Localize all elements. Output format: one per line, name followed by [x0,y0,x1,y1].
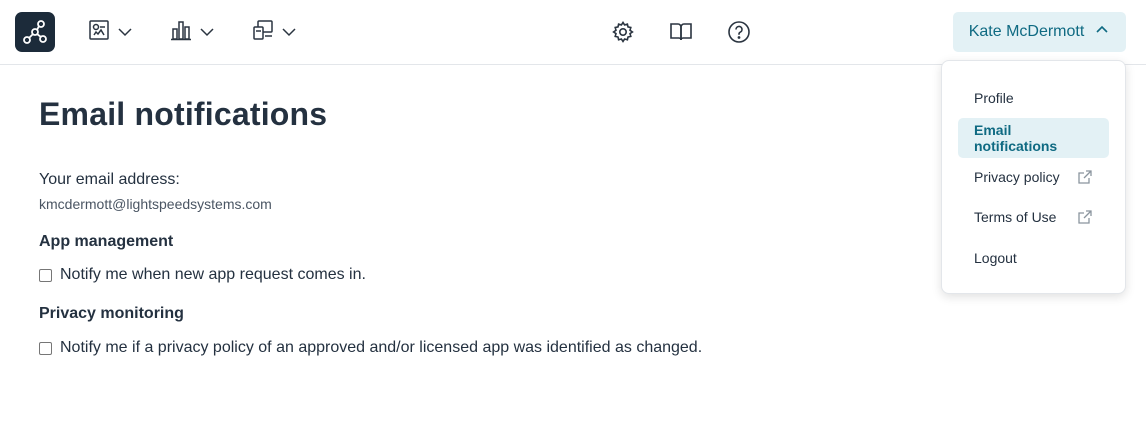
menu-item-label: Logout [974,250,1017,266]
menu-item-privacy-policy[interactable]: Privacy policy [958,157,1109,197]
menu-item-logout[interactable]: Logout [958,238,1109,278]
chevron-up-icon [1094,22,1110,43]
devices-icon [252,19,274,46]
page-title: Email notifications [39,96,328,132]
user-menu-button[interactable]: Kate McDermott [953,12,1126,52]
chevron-down-icon [198,23,216,41]
menu-item-label: Email notifications [974,122,1058,154]
menu-item-email-notifications[interactable]: Email notifications [958,118,1109,158]
gear-icon[interactable] [609,18,637,46]
app-catalog-icon [88,19,110,46]
app-request-notification-option[interactable]: Notify me when new app request comes in. [39,266,366,284]
network-graph-icon[interactable] [15,12,55,52]
chevron-down-icon [116,23,134,41]
app-request-checkbox-label: Notify me when new app request comes in. [60,266,366,283]
user-dropdown-menu: Profile Email notifications Privacy poli… [941,60,1126,294]
menu-item-label: Profile [974,90,1014,106]
email-label: Your email address: [39,171,180,188]
devices-menu[interactable] [252,18,298,46]
chevron-down-icon [280,23,298,41]
main-content: Email notifications Your email address: … [39,96,702,356]
privacy-policy-notification-option[interactable]: Notify me if a privacy policy of an appr… [39,339,702,357]
top-navigation-bar: Kate McDermott [0,0,1146,65]
question-icon[interactable] [725,18,753,46]
external-link-icon [1077,209,1093,225]
book-icon[interactable] [667,18,695,46]
menu-item-label: Terms of Use [974,209,1057,225]
bar-chart-icon [170,19,192,46]
app-catalog-menu[interactable] [88,18,134,46]
privacy-policy-checkbox[interactable] [39,341,52,355]
reports-menu[interactable] [170,18,216,46]
app-request-checkbox[interactable] [39,268,52,282]
email-value: kmcdermott@lightspeedsystems.com [39,196,272,212]
app-management-heading: App management [39,233,174,250]
privacy-policy-checkbox-label: Notify me if a privacy policy of an appr… [60,339,703,356]
menu-item-terms-of-use[interactable]: Terms of Use [958,197,1109,237]
menu-item-profile[interactable]: Profile [958,78,1109,118]
privacy-monitoring-heading: Privacy monitoring [39,305,184,322]
user-name: Kate McDermott [968,23,1085,40]
menu-item-label: Privacy policy [974,169,1060,185]
external-link-icon [1077,169,1093,185]
